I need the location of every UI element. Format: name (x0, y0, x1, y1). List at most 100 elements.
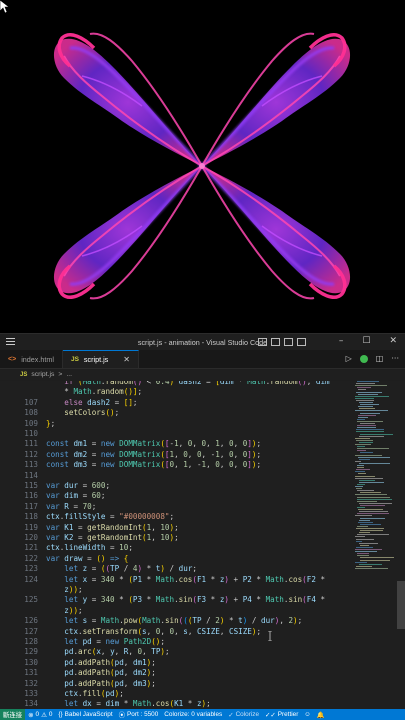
minimap-line (357, 513, 389, 515)
tab-label: script.js (83, 355, 109, 364)
minimap-line (359, 481, 384, 483)
code-line[interactable]: const dm1 = new DOMMatrix([-1, 0, 0, 1, … (46, 439, 261, 449)
toggle-panel-icon[interactable] (271, 338, 280, 346)
accounts-icon[interactable]: ☺ (301, 711, 314, 718)
code-line[interactable]: let s = Math.pow(Math.sin(((TP / 2) * t)… (46, 616, 302, 626)
line-number: 129 (24, 647, 38, 657)
minimap-line (359, 479, 375, 481)
minimap-line (358, 473, 366, 475)
split-editor-icon[interactable]: ◫ (376, 354, 384, 363)
code-line[interactable]: let pd = new Path2D(); (46, 637, 165, 647)
code-line[interactable]: ctx.setTransform(s, 0, 0, s, CSIZE, CSIZ… (46, 627, 261, 637)
code-line[interactable]: pd.addPath(pd, dm3); (46, 679, 156, 689)
code-line[interactable]: var dim = 60; (46, 491, 105, 501)
problems-indicator[interactable]: ⊗ 0 ⚠ 0 (25, 711, 55, 719)
code-line[interactable]: let y = 340 * (P3 * Math.sin(F3 * z) + P… (46, 595, 325, 605)
code-editor[interactable]: 107 108 109 110 111 112 113 114 115 116 117 118 119 1… (0, 381, 405, 709)
minimap-line (360, 504, 385, 506)
minimap-line (357, 420, 383, 422)
status-bar: 斷连接 ⊗ 0 ⚠ 0 {} Babel JavaScript ⦿ Port : 550… (0, 709, 405, 720)
minimap-line (357, 490, 374, 492)
breadcrumb-file[interactable]: script.js (31, 371, 54, 378)
code-line[interactable]: let dx = dim * Math.cos(K1 * z); (46, 699, 210, 709)
code-line[interactable]: * Math.random()]; (46, 387, 142, 397)
breadcrumb-symbol[interactable]: ... (66, 371, 72, 378)
code-line[interactable]: const dm3 = new DOMMatrix([0, 1, -1, 0, … (46, 460, 261, 470)
close-tab-icon[interactable]: ✕ (123, 355, 130, 364)
tab-index-html[interactable]: <> index.html (0, 350, 63, 368)
live-server-port[interactable]: ⦿ Port : 5500 (116, 710, 162, 719)
minimap-line (359, 435, 384, 437)
tab-script-js[interactable]: JS script.js ✕ (62, 350, 139, 368)
minimap-line (356, 546, 373, 548)
minimap-line (358, 406, 373, 408)
code-line[interactable]: var dur = 600; (46, 481, 110, 491)
minimap-line (355, 437, 370, 439)
more-actions-icon[interactable]: ··· (391, 354, 399, 363)
code-line[interactable]: pd.addPath(pd, dm1); (46, 658, 156, 668)
vertical-scrollbar[interactable] (397, 381, 405, 709)
live-server-icon[interactable] (359, 354, 368, 363)
customize-layout-icon[interactable] (297, 338, 306, 346)
minimap-line (360, 412, 380, 414)
toggle-secondary-sidebar-icon[interactable] (284, 338, 293, 346)
language-mode[interactable]: {} Babel JavaScript (55, 711, 115, 718)
minimap-line (357, 418, 365, 420)
code-line[interactable]: pd.addPath(pd, dm2); (46, 668, 156, 678)
minimap-line (355, 460, 361, 462)
error-icon: ⊗ (28, 711, 34, 719)
js-file-icon: JS (70, 356, 79, 363)
minimap-line (359, 563, 382, 565)
toggle-sidebar-icon[interactable] (258, 338, 267, 346)
line-number: 131 (24, 668, 38, 678)
code-line[interactable]: ctx.lineWidth = 10; (46, 543, 133, 553)
code-lines[interactable]: if (Math.random() < 0.4) dash2 = [dim * … (46, 381, 355, 709)
minimap-line (355, 561, 367, 563)
code-line[interactable]: let x = 340 * (P1 * Math.cos(F1 * z) + P… (46, 575, 325, 585)
minimap-line (360, 517, 385, 519)
maximize-button[interactable]: ☐ (362, 336, 370, 346)
code-line[interactable]: else dash2 = []; (46, 398, 137, 408)
minimize-button[interactable]: – (339, 336, 344, 346)
remote-indicator[interactable]: 斷连接 (0, 709, 26, 720)
minimap-line (358, 389, 366, 391)
notifications-icon[interactable]: 🔔 (314, 711, 328, 719)
code-line[interactable]: }; (46, 419, 55, 429)
minimap[interactable] (355, 381, 397, 581)
flower-artwork (0, 0, 405, 333)
minimap-line (356, 565, 372, 567)
close-window-button[interactable]: ✕ (389, 336, 397, 346)
vscode-window: script.js - animation - Visual Studio Co… (0, 333, 405, 720)
code-line[interactable]: z)); (46, 606, 82, 616)
code-line[interactable]: setColors(); (46, 408, 119, 418)
code-line[interactable]: ctx.fillStyle = "#00000008"; (46, 512, 174, 522)
line-number: 121 (24, 543, 38, 553)
line-number: 120 (24, 533, 38, 542)
minimap-line (360, 423, 375, 424)
scrollbar-thumb[interactable] (397, 581, 405, 629)
code-line[interactable]: var draw = () => { (46, 554, 128, 564)
prettier-status[interactable]: ✓✓ Prettier (262, 711, 301, 719)
code-line[interactable]: var K2 = getRandomInt(1, 10); (46, 533, 179, 543)
colorize-status[interactable]: Colorize: 0 variables (161, 711, 225, 718)
tab-label: index.html (21, 354, 54, 364)
minimap-line (355, 567, 388, 569)
minimap-line (357, 500, 377, 502)
minimap-line (356, 488, 362, 490)
minimap-line (356, 391, 382, 393)
code-line[interactable]: const dm2 = new DOMMatrix([1, 0, 0, -1, … (46, 450, 261, 460)
colorize-toggle[interactable]: ✓ Colorize (225, 711, 262, 719)
code-line[interactable]: var K1 = getRandomInt(1, 10); (46, 523, 179, 533)
code-line[interactable]: z)); (46, 585, 82, 595)
code-line[interactable]: var R = 70; (46, 502, 96, 512)
line-number: 111 (24, 439, 38, 449)
code-line[interactable]: pd.arc(x, y, R, 0, TP); (46, 647, 169, 657)
minimap-line (357, 425, 376, 427)
minimap-line (356, 383, 375, 385)
code-line[interactable]: ctx.fill(pd); (46, 689, 123, 699)
code-line[interactable]: let z = ((TP / 4) * t) / dur; (46, 564, 197, 574)
line-number: 117 (24, 501, 38, 511)
title-bar: script.js - animation - Visual Studio Co… (0, 333, 405, 350)
minimap-line (355, 471, 365, 473)
run-icon[interactable]: ▷ (346, 354, 352, 363)
